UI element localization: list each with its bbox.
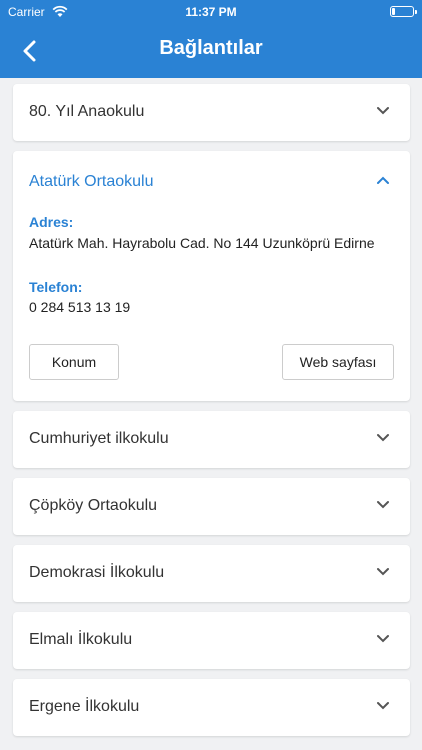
phone-value: 0 284 513 13 19 bbox=[29, 299, 131, 315]
chevron-down-icon bbox=[377, 568, 389, 576]
connections-list: 80. Yıl Anaokulu Atatürk Ortaokulu Adres… bbox=[13, 84, 410, 746]
status-bar: Carrier 11:37 PM bbox=[0, 0, 422, 24]
chevron-down-icon bbox=[377, 702, 389, 710]
chevron-up-icon[interactable] bbox=[376, 175, 390, 185]
status-time: 11:37 PM bbox=[185, 5, 237, 19]
chevron-down-icon bbox=[377, 635, 389, 643]
list-item[interactable]: Cumhuriyet ilkokulu bbox=[13, 411, 410, 468]
list-item-expanded[interactable]: Atatürk Ortaokulu Adres: Atatürk Mah. Ha… bbox=[13, 151, 410, 401]
list-item-title: Ergene İlkokulu bbox=[29, 698, 140, 715]
chevron-down-icon bbox=[377, 501, 389, 509]
list-item[interactable]: Çöpköy Ortaokulu bbox=[13, 478, 410, 535]
list-item[interactable]: Demokrasi İlkokulu bbox=[13, 545, 410, 602]
list-item[interactable]: Ergene İlkokulu bbox=[13, 679, 410, 736]
navigation-bar: Bağlantılar bbox=[0, 24, 422, 78]
phone-label: Telefon: bbox=[29, 279, 83, 295]
list-item-title: Çöpköy Ortaokulu bbox=[29, 497, 158, 514]
list-item[interactable]: 80. Yıl Anaokulu bbox=[13, 84, 410, 141]
chevron-down-icon bbox=[377, 434, 389, 442]
location-button[interactable]: Konum bbox=[29, 344, 119, 380]
list-item-title: Demokrasi İlkokulu bbox=[29, 564, 165, 581]
list-item-title: Elmalı İlkokulu bbox=[29, 631, 133, 648]
address-label: Adres: bbox=[29, 214, 74, 230]
list-item-title: Cumhuriyet ilkokulu bbox=[29, 430, 169, 447]
page-title: Bağlantılar bbox=[159, 37, 263, 59]
battery-icon bbox=[390, 6, 417, 17]
list-item[interactable]: Elmalı İlkokulu bbox=[13, 612, 410, 669]
address-value: Atatürk Mah. Hayrabolu Cad. No 144 Uzunk… bbox=[29, 235, 375, 251]
top-bar: Carrier 11:37 PM Bağlantılar bbox=[0, 0, 422, 78]
list-item-title: 80. Yıl Anaokulu bbox=[29, 103, 145, 120]
list-item-title: Atatürk Ortaokulu bbox=[29, 173, 154, 190]
chevron-down-icon bbox=[377, 107, 389, 115]
website-button[interactable]: Web sayfası bbox=[282, 344, 394, 380]
